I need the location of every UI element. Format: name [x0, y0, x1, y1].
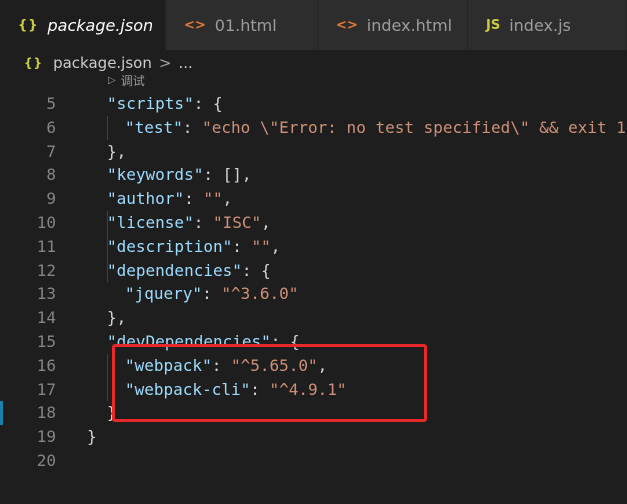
code-line: 12 "dependencies": {	[0, 259, 627, 283]
tab-label: package.json	[47, 15, 154, 35]
breadcrumb-separator: >	[158, 54, 172, 72]
line-number: 17	[36, 379, 56, 399]
line-number: 10	[36, 212, 56, 232]
json-key: "license"	[107, 212, 194, 232]
codelens-label: 调试	[120, 73, 145, 88]
json-key: "description"	[107, 236, 233, 256]
line-number: 20	[36, 450, 56, 470]
json-string: "^3.6.0"	[221, 284, 299, 304]
json-string: ""	[203, 189, 223, 209]
line-number: 16	[36, 355, 56, 375]
code-line: 20	[0, 449, 627, 473]
json-file-icon: {}	[24, 56, 44, 70]
code-line: 8 "keywords": [],	[0, 163, 627, 187]
code-line: 6 "test": "echo \"Error: no test specifie…	[0, 116, 627, 140]
code-line: 14},	[0, 306, 627, 330]
breadcrumb: {} package.json > ...	[0, 50, 627, 76]
tab-package-json[interactable]: {} package.json ✕	[0, 0, 184, 50]
json-key: "keywords"	[107, 165, 204, 185]
html-file-icon: <>	[184, 17, 206, 33]
json-string: "echo \"Error: no test specified\" && ex…	[202, 117, 626, 137]
code-line: 5 "scripts": {	[0, 92, 627, 116]
js-file-icon: JS	[486, 17, 501, 33]
tab-index-js[interactable]: JS index.js	[468, 0, 627, 50]
tab-label: index.js	[509, 15, 571, 35]
line-number: 19	[36, 427, 56, 447]
line-number: 11	[36, 236, 56, 256]
json-key: "test"	[125, 117, 183, 137]
code-line: 19}	[0, 425, 627, 449]
json-key: "scripts"	[107, 94, 194, 113]
line-number: 9	[46, 189, 56, 209]
json-string: "ISC"	[212, 212, 262, 232]
code-line: 7},	[0, 140, 627, 164]
breadcrumb-file[interactable]: package.json	[53, 54, 152, 72]
line-number: 6	[46, 117, 56, 137]
code-line: 13 "jquery": "^3.6.0"	[0, 282, 627, 306]
json-key: "jquery"	[125, 284, 203, 304]
html-file-icon: <>	[336, 17, 358, 33]
line-number: 5	[46, 94, 56, 113]
code-line: 9 "author": "",	[0, 187, 627, 211]
breadcrumb-more[interactable]: ...	[178, 54, 192, 72]
line-number: 7	[46, 141, 56, 161]
tab-index-html[interactable]: <> index.html	[318, 0, 468, 50]
line-number: 18	[36, 403, 56, 423]
line-number: 8	[46, 165, 56, 185]
annotation-highlight-box	[112, 344, 427, 422]
json-string: ""	[251, 236, 271, 256]
code-line: 10 "license": "ISC",	[0, 211, 627, 235]
json-file-icon: {}	[18, 17, 39, 33]
tab-label: 01.html	[214, 15, 277, 35]
debug-codelens[interactable]: ▷ 调试	[108, 71, 145, 89]
tab-label: index.html	[366, 15, 453, 35]
code-line: 11 "description": "",	[0, 235, 627, 259]
play-icon: ▷	[108, 74, 116, 86]
json-key: "author"	[107, 189, 185, 209]
json-key: "dependencies"	[107, 260, 242, 280]
tab-01-html[interactable]: <> 01.html	[166, 0, 318, 50]
line-number: 15	[36, 331, 56, 351]
line-number: 13	[36, 284, 56, 304]
line-number: 14	[36, 308, 56, 328]
line-number: 12	[36, 260, 56, 280]
editor-tab-bar: {} package.json ✕ <> 01.html <> index.ht…	[0, 0, 627, 50]
